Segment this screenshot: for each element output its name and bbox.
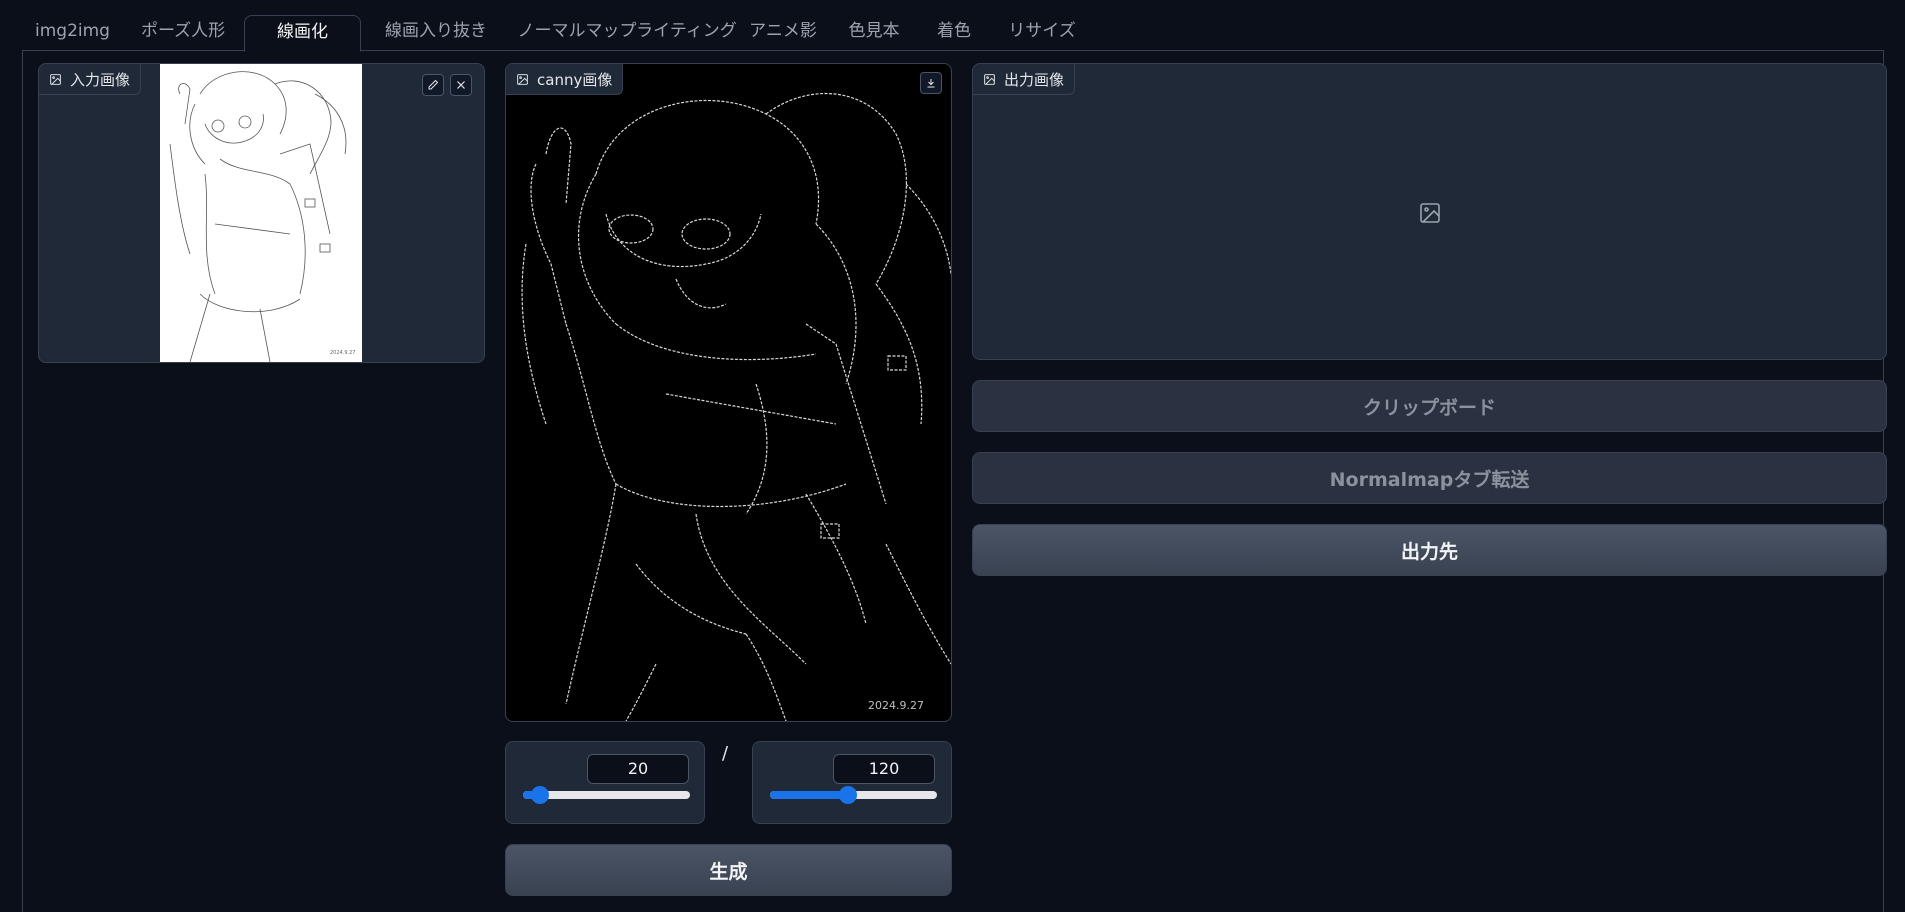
high-threshold-input[interactable]: 120 (833, 754, 935, 784)
output-image-label: 出力画像 (973, 64, 1076, 95)
edit-button[interactable] (422, 74, 444, 96)
low-threshold-input[interactable]: 20 (587, 754, 689, 784)
download-button[interactable] (920, 72, 942, 94)
low-threshold-slider[interactable] (523, 786, 690, 804)
input-sketch-image: 2024.9.27 (160, 64, 362, 362)
tab-coloring[interactable]: 着色 (920, 15, 988, 50)
tab-pose-doll[interactable]: ポーズ人形 (141, 15, 225, 50)
image-icon (984, 73, 995, 85)
download-icon (927, 79, 935, 88)
clear-image-button[interactable] (450, 74, 472, 96)
tab-img2img[interactable]: img2img (35, 15, 110, 50)
high-threshold-thumb[interactable] (839, 786, 858, 804)
canny-high-threshold: 120 (752, 741, 952, 824)
close-icon (457, 81, 465, 89)
canny-low-threshold: 20 (505, 741, 705, 824)
tab-lineart-extract[interactable]: 線画入り抜き (361, 15, 511, 50)
canny-image-label-text: canny画像 (537, 70, 613, 89)
tab-color-sample[interactable]: 色見本 (829, 15, 919, 50)
threshold-separator: / (722, 743, 729, 764)
clipboard-button[interactable]: クリップボード (972, 380, 1887, 432)
canny-image-label: canny画像 (506, 64, 624, 95)
high-threshold-slider[interactable] (770, 786, 937, 804)
tab-bar: img2img ポーズ人形 線画化 線画入り抜き ノーマルマップ ライティング … (22, 0, 1884, 52)
canny-signature: 2024.9.27 (868, 699, 924, 712)
canny-edge-image: 2024.9.27 (521, 92, 951, 721)
pencil-icon (428, 79, 439, 90)
tab-anime-shadow[interactable]: アニメ影 (731, 15, 835, 50)
image-icon (517, 73, 528, 85)
input-image-label-text: 入力画像 (70, 70, 131, 89)
input-image-label: 入力画像 (39, 64, 142, 95)
sketch-drawing: 2024.9.27 (169, 71, 355, 362)
svg-text:2024.9.27: 2024.9.27 (330, 350, 355, 356)
input-image-panel[interactable]: 入力画像 2024.9.27 (38, 63, 485, 363)
output-destination-button[interactable]: 出力先 (972, 524, 1887, 576)
image-placeholder-icon (1420, 203, 1440, 223)
image-icon (50, 73, 61, 85)
canny-image-panel: canny画像 2024.9.27 (505, 63, 952, 722)
low-threshold-thumb[interactable] (530, 786, 549, 804)
normalmap-transfer-button[interactable]: Normalmapタブ転送 (972, 452, 1887, 504)
output-image-label-text: 出力画像 (1004, 70, 1065, 89)
generate-button[interactable]: 生成 (505, 844, 952, 896)
tab-resize[interactable]: リサイズ (984, 15, 1100, 50)
high-threshold-fill (770, 791, 849, 799)
tab-lineart[interactable]: 線画化 (244, 15, 361, 52)
output-image-panel: 出力画像 (972, 63, 1887, 360)
app-root: img2img ポーズ人形 線画化 線画入り抜き ノーマルマップ ライティング … (0, 0, 1905, 912)
